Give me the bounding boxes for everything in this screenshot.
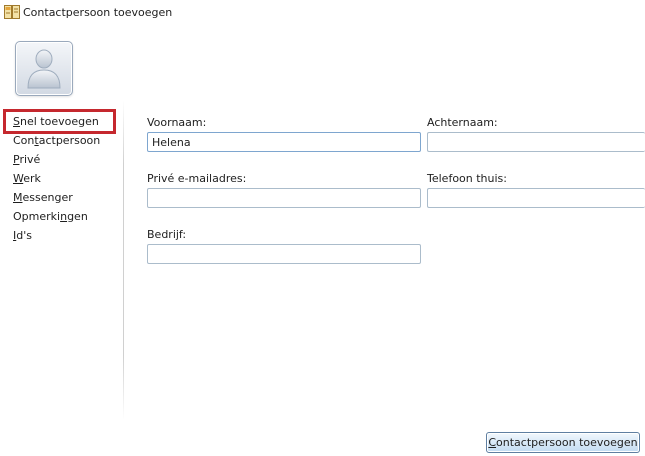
company-label: Bedrijf:: [147, 228, 187, 241]
nav-item-werk[interactable]: Werk: [13, 170, 41, 188]
nav-item-messenger[interactable]: Messenger: [13, 189, 73, 207]
home-phone-input[interactable]: [427, 188, 645, 208]
nav-item-opmerkingen[interactable]: Opmerkingen: [13, 208, 88, 226]
contact-photo[interactable]: [15, 41, 73, 96]
nav-access-key: n: [60, 210, 68, 223]
company-input[interactable]: [147, 244, 421, 264]
nav-access-key: M: [13, 191, 23, 204]
home-phone-label: Telefoon thuis:: [427, 172, 507, 185]
nav-label-part: essenger: [22, 191, 73, 204]
last-name-input[interactable]: [427, 132, 645, 152]
title-bar: Contactpersoon toevoegen: [0, 0, 645, 26]
add-contact-button[interactable]: Contactpersoon toevoegen: [486, 432, 640, 453]
nav-label-part: actpersoon: [38, 134, 101, 147]
email-input[interactable]: [147, 188, 421, 208]
button-access-key: C: [488, 436, 497, 449]
nav-item-contactpersoon[interactable]: Contactpersoon: [13, 132, 100, 150]
nav-label-part: erk: [23, 172, 41, 185]
sidebar-divider: [123, 100, 124, 420]
nav-item-prive[interactable]: Privé: [13, 151, 40, 169]
nav-label-part: Opmerki: [13, 210, 61, 223]
address-book-icon: [4, 5, 20, 19]
button-label-part: ontactpersoon toevoegen: [496, 436, 638, 449]
nav-access-key: W: [13, 172, 24, 185]
nav-item-snel-toevoegen[interactable]: Snel toevoegen: [3, 109, 116, 134]
nav-label-part: nel toevoegen: [19, 115, 99, 128]
nav-access-key: S: [13, 115, 20, 128]
first-name-input[interactable]: [147, 132, 421, 152]
nav-label-part: gen: [67, 210, 88, 223]
nav-label-part: Con: [13, 134, 35, 147]
email-label: Privé e-mailadres:: [147, 172, 247, 185]
nav-item-ids[interactable]: Id's: [13, 227, 32, 245]
nav-label-part: rivé: [19, 153, 41, 166]
window-title: Contactpersoon toevoegen: [23, 6, 173, 19]
nav-label-part: d's: [16, 229, 32, 242]
first-name-label: Voornaam:: [147, 116, 207, 129]
last-name-label: Achternaam:: [427, 116, 498, 129]
